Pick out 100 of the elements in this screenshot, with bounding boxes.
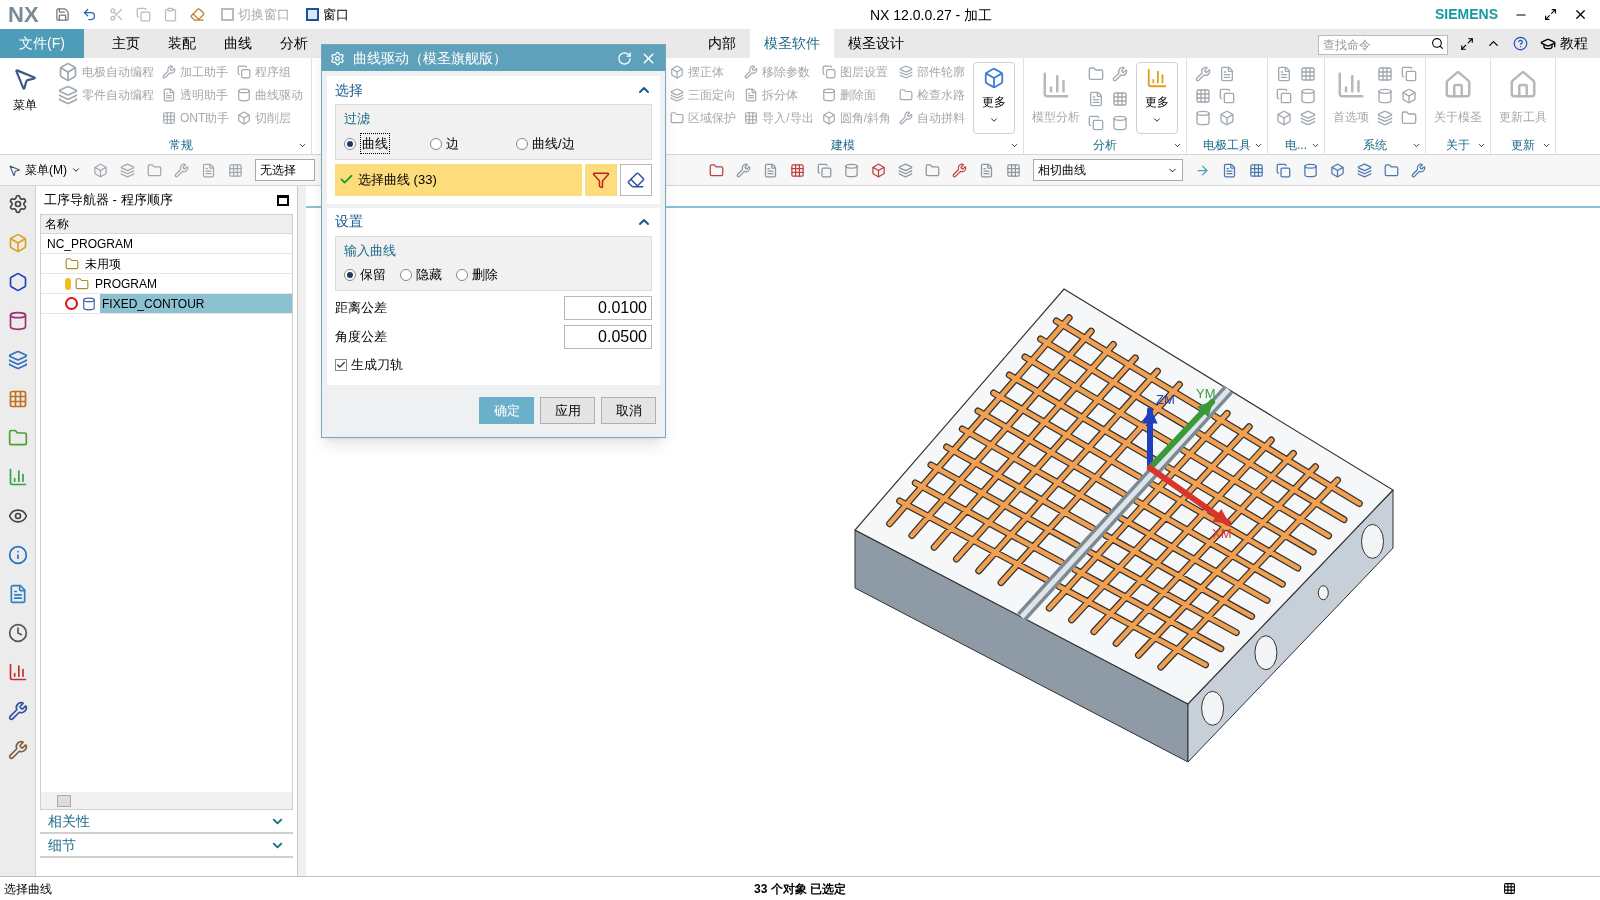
- selection-row[interactable]: 选择曲线 (33): [335, 163, 582, 196]
- restore-icon[interactable]: [1544, 8, 1557, 21]
- cube-icon: [1330, 162, 1345, 178]
- radio-button[interactable]: [344, 269, 356, 281]
- ribbon-tab[interactable]: 模圣设计: [834, 29, 918, 58]
- wrench-icon[interactable]: [7, 740, 28, 760]
- ribbon-command[interactable]: 曲线驱动: [237, 85, 304, 105]
- document-icon: [744, 88, 759, 102]
- ribbon-command[interactable]: 摆正体: [670, 62, 737, 82]
- checkbox[interactable]: [335, 359, 347, 371]
- ribbon-command[interactable]: 拆分体: [744, 85, 814, 105]
- layers-icon: [1377, 110, 1394, 126]
- radio-button[interactable]: [400, 269, 412, 281]
- tutorial-button[interactable]: 教程: [1540, 33, 1588, 54]
- dialog-button[interactable]: 取消: [601, 397, 656, 424]
- ribbon-command[interactable]: 图层设置: [821, 62, 892, 82]
- quick-access-button[interactable]: 窗口: [297, 4, 357, 25]
- ribbon-tab[interactable]: 模圣软件: [750, 29, 834, 58]
- tree-item[interactable]: NC_PROGRAM: [45, 234, 135, 253]
- ribbon-command[interactable]: ONT助手: [162, 108, 230, 128]
- collapsible-panel[interactable]: 细节: [40, 834, 293, 858]
- wrench-icon: [1411, 162, 1426, 178]
- save-icon[interactable]: [54, 7, 70, 22]
- close-icon[interactable]: [1573, 7, 1588, 22]
- info-icon[interactable]: [7, 545, 28, 565]
- quick-access-button[interactable]: 切换窗口: [212, 4, 298, 25]
- ribbon-command[interactable]: 自动拼料: [899, 108, 966, 128]
- cylinder-icon[interactable]: [7, 311, 28, 331]
- brush-button[interactable]: [620, 163, 652, 196]
- settings-icon[interactable]: [7, 194, 28, 214]
- chart-icon[interactable]: [7, 662, 28, 682]
- command-search-field[interactable]: 查找命令: [1318, 34, 1448, 55]
- arrow-icon[interactable]: [1195, 162, 1210, 178]
- value-field[interactable]: 0.0100: [564, 295, 652, 320]
- ribbon-command[interactable]: 加工助手: [162, 62, 230, 82]
- wrench-icon: [162, 65, 176, 79]
- ribbon-command[interactable]: 检查水路: [899, 85, 966, 105]
- eye-icon[interactable]: [7, 506, 28, 526]
- collapsible-panel[interactable]: 相关性: [40, 810, 293, 834]
- navigator-title: 工序导航器 - 程序顺序: [44, 191, 173, 210]
- ribbon-tab[interactable]: 曲线: [210, 29, 266, 58]
- ribbon-tab[interactable]: 主页: [98, 29, 154, 58]
- undo-icon[interactable]: [81, 7, 97, 22]
- selection-filter-dropdown[interactable]: 无选择: [255, 159, 315, 181]
- ribbon-command[interactable]: 电极自动编程: [58, 62, 154, 82]
- hexagon-icon[interactable]: [7, 272, 28, 292]
- menu-button[interactable]: 菜单: [0, 58, 50, 154]
- ribbon-command[interactable]: 首选项: [1333, 62, 1370, 126]
- menu-dropdown[interactable]: 菜单(M): [8, 161, 81, 179]
- reset-button[interactable]: [617, 50, 632, 66]
- ribbon-command[interactable]: 更新工具: [1499, 62, 1548, 126]
- ribbon-command[interactable]: 切削层: [237, 108, 304, 128]
- dialog-button[interactable]: 应用: [540, 397, 595, 424]
- ribbon-command[interactable]: 圆角/斜角: [821, 108, 892, 128]
- wrench-icon[interactable]: [7, 701, 28, 721]
- eraser-icon[interactable]: [189, 7, 205, 22]
- value-field[interactable]: 0.0500: [564, 324, 652, 349]
- radio-button[interactable]: [344, 137, 356, 150]
- ribbon-command[interactable]: 部件轮廓: [899, 62, 966, 82]
- ribbon-command[interactable]: 删除面: [821, 85, 892, 105]
- more-button[interactable]: 更多: [1136, 62, 1179, 134]
- dialog-button[interactable]: 确定: [479, 397, 534, 424]
- grid-icon: [1112, 90, 1129, 107]
- clock-icon[interactable]: [7, 623, 28, 643]
- ribbon-command[interactable]: 透明助手: [162, 85, 230, 105]
- ribbon-command[interactable]: 导入/导出: [744, 108, 814, 128]
- fullscreen-icon[interactable]: [1460, 36, 1474, 51]
- tree-item[interactable]: 未用项: [83, 254, 123, 273]
- folder-icon[interactable]: [7, 428, 28, 448]
- ribbon-command[interactable]: 区域保护: [670, 108, 737, 128]
- ribbon-tab[interactable]: 装配: [154, 29, 210, 58]
- more-button[interactable]: 更多: [973, 62, 1016, 134]
- curve-rule-button[interactable]: [585, 163, 617, 196]
- layers-icon[interactable]: [7, 350, 28, 370]
- group-label: 关于: [1446, 137, 1471, 154]
- radio-button[interactable]: [456, 269, 468, 281]
- ribbon-command[interactable]: 程序组: [237, 62, 304, 82]
- radio-button[interactable]: [430, 137, 442, 150]
- tree-item[interactable]: FIXED_CONTOUR: [100, 294, 292, 313]
- ribbon-command[interactable]: 模型分析: [1032, 62, 1081, 134]
- ribbon-command[interactable]: 关于模圣: [1434, 62, 1483, 126]
- ribbon-command[interactable]: 移除参数: [744, 62, 814, 82]
- ribbon-tab[interactable]: 内部: [694, 29, 750, 58]
- curve-rule-dropdown[interactable]: 相切曲线: [1033, 159, 1183, 181]
- bulb-icon: [65, 277, 71, 290]
- help-icon[interactable]: [1513, 36, 1528, 51]
- ribbon-command[interactable]: 零件自动编程: [58, 85, 154, 105]
- horizontal-scrollbar[interactable]: [41, 792, 292, 809]
- file-menu-tab[interactable]: 文件(F): [0, 29, 84, 58]
- maximize-icon[interactable]: [277, 194, 289, 206]
- grid-icon[interactable]: [1503, 882, 1516, 895]
- ribbon-tab[interactable]: 分析: [266, 29, 322, 58]
- radio-button[interactable]: [516, 137, 528, 150]
- group-label: 电极工具: [1203, 137, 1252, 154]
- tree-item[interactable]: PROGRAM: [93, 274, 159, 293]
- layers-icon: [670, 88, 685, 102]
- ribbon-command[interactable]: 三面定向: [670, 85, 737, 105]
- chart-icon[interactable]: [7, 467, 28, 487]
- status-message: 33 个对象 已选定: [754, 880, 846, 898]
- radio-label: 保留: [360, 266, 386, 285]
